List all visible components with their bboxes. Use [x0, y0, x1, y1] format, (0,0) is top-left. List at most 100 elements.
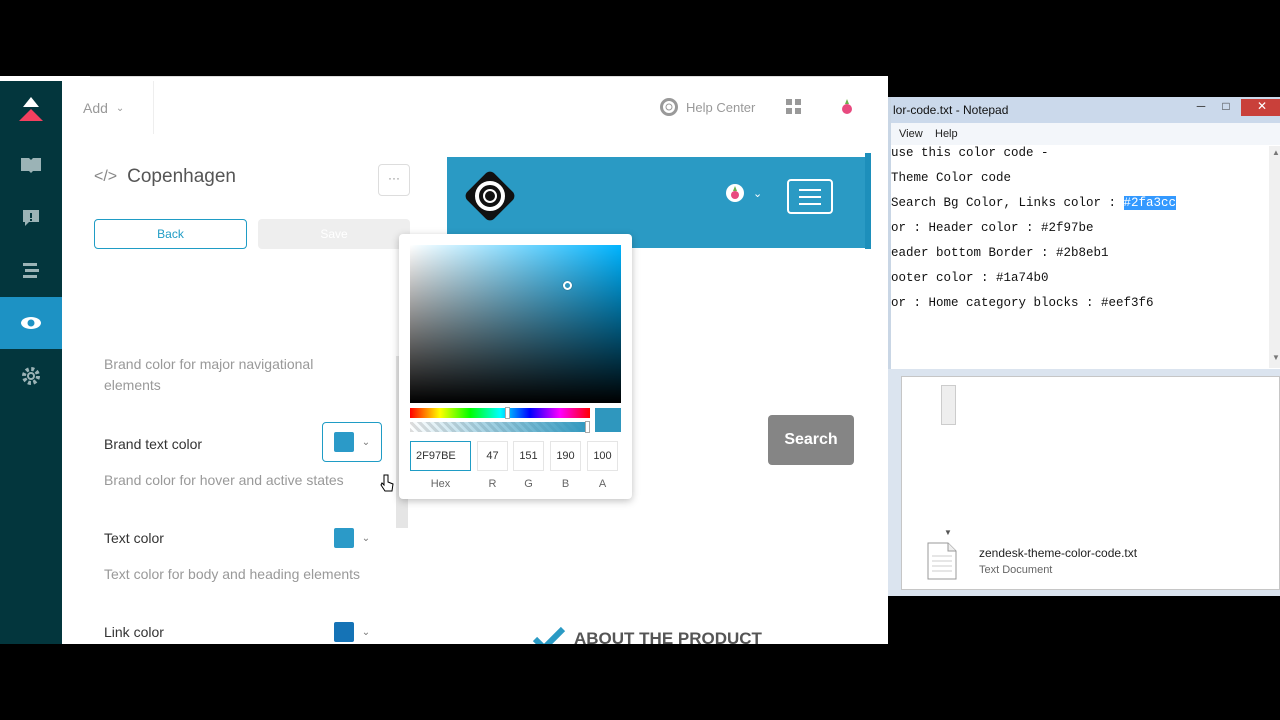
preview-logo-icon[interactable]: [463, 169, 517, 228]
nav-community-icon[interactable]: [0, 192, 62, 244]
help-center-label: Help Center: [686, 99, 756, 115]
text-color-picker[interactable]: ⌄: [322, 518, 382, 558]
red-label: R: [488, 478, 497, 490]
user-avatar-icon[interactable]: [838, 97, 856, 122]
preview-header-border: [865, 153, 871, 249]
about-label: ABOUT THE PRODUCT: [574, 629, 762, 644]
selected-text: #2fa3cc: [1123, 196, 1177, 210]
nav-knowledge-icon[interactable]: [0, 139, 62, 191]
notepad-title: lor-code.txt - Notepad: [893, 103, 1009, 117]
text-color-description: Text color for body and heading elements: [104, 566, 361, 582]
close-icon[interactable]: ✕: [1241, 99, 1280, 116]
saturation-value-area[interactable]: [410, 245, 621, 403]
nav-customize-design-icon[interactable]: [0, 297, 62, 349]
maximize-icon[interactable]: □: [1213, 99, 1239, 116]
back-button[interactable]: Back: [94, 219, 247, 249]
explorer-scrollbar-thumb[interactable]: [941, 385, 956, 425]
checkmark-icon: [532, 626, 566, 644]
alpha-label: A: [598, 478, 607, 490]
preview-search-button[interactable]: Search: [768, 415, 854, 465]
hue-slider[interactable]: [410, 408, 590, 418]
preview-about-heading: ABOUT THE PRODUCT: [532, 626, 762, 644]
alpha-slider-handle[interactable]: [585, 421, 590, 433]
hand-cursor-icon: [380, 474, 394, 499]
chevron-down-icon: ⌄: [361, 532, 371, 544]
file-item[interactable]: zendesk-theme-color-code.txt Text Docume…: [901, 539, 1266, 583]
selected-color-swatch: [595, 408, 621, 432]
scroll-up-icon[interactable]: ▲: [1269, 148, 1280, 157]
link-color-swatch: [333, 622, 354, 642]
notepad-menubar: View Help: [891, 123, 1280, 145]
file-meta: zendesk-theme-color-code.txt Text Docume…: [979, 546, 1137, 576]
alpha-slider[interactable]: [410, 422, 590, 432]
brand-text-color-label: Brand text color: [104, 436, 203, 452]
more-options-button[interactable]: ···: [378, 164, 410, 196]
theme-title: </> Copenhagen: [94, 166, 236, 188]
brand-text-color-picker[interactable]: ⌄: [322, 422, 382, 462]
notepad-scrollbar[interactable]: ▲ ▼: [1269, 146, 1280, 368]
blue-label: B: [561, 478, 570, 490]
save-button[interactable]: Save: [258, 219, 410, 249]
browser-top-divider: [90, 76, 850, 77]
add-menu-button[interactable]: Add ⌄: [83, 100, 124, 116]
menu-help[interactable]: Help: [935, 128, 958, 140]
hex-input[interactable]: 2F97BE: [410, 441, 471, 471]
notepad-titlebar[interactable]: lor-code.txt - Notepad ─ □ ✕: [891, 97, 1280, 123]
preview-avatar-icon: [726, 184, 744, 202]
chevron-down-icon: ⌄: [361, 626, 371, 638]
notepad-text-area[interactable]: use this color code - Theme Color code S…: [891, 146, 1267, 366]
brand-text-color-description: Brand color for hover and active states: [104, 472, 344, 488]
chevron-down-icon: ⌄: [753, 187, 763, 200]
nav-settings-gear-icon[interactable]: [0, 350, 62, 402]
theme-name: Copenhagen: [127, 166, 236, 187]
file-name: zendesk-theme-color-code.txt: [979, 546, 1138, 560]
zendesk-sidebar: [0, 81, 62, 644]
text-document-icon: [927, 542, 957, 580]
zendesk-guide-logo-icon[interactable]: [17, 95, 45, 123]
color-picker-popover: 2F97BE 47 151 190 100 Hex R G B A: [399, 234, 632, 499]
text-line: ooter color : #1a74b0: [891, 271, 1049, 285]
text-line: Theme Color code: [891, 171, 1012, 185]
text-line: Search Bg Color, Links color : #2fa3cc: [891, 196, 1177, 210]
help-center-link[interactable]: Help Center: [660, 98, 755, 116]
blue-input[interactable]: 190: [550, 441, 581, 471]
text-line: eader bottom Border : #2b8eb1: [891, 246, 1109, 260]
green-label: G: [524, 478, 533, 490]
theme-settings-panel: </> Copenhagen ··· Back Save Brand color…: [62, 134, 422, 644]
preview-user-menu[interactable]: ⌄: [725, 183, 762, 203]
add-label: Add: [83, 100, 108, 116]
preview-hamburger-menu-icon[interactable]: [787, 179, 833, 214]
green-input[interactable]: 151: [513, 441, 544, 471]
chevron-down-icon: ⌄: [115, 102, 125, 114]
code-icon: </>: [94, 168, 118, 185]
alpha-input[interactable]: 100: [587, 441, 618, 471]
file-type: Text Document: [979, 564, 1053, 576]
brand-text-color-swatch: [333, 432, 354, 452]
scroll-down-icon[interactable]: ▼: [944, 528, 952, 537]
scroll-down-icon[interactable]: ▼: [1269, 353, 1280, 362]
link-color-picker[interactable]: ⌄: [322, 612, 382, 644]
link-color-label: Link color: [104, 624, 164, 640]
top-bar: Add ⌄ Help Center: [62, 81, 888, 134]
text-color-swatch: [333, 528, 354, 548]
text-line: or : Home category blocks : #eef3f6: [891, 296, 1154, 310]
chevron-down-icon: ⌄: [361, 436, 371, 448]
menu-view[interactable]: View: [899, 128, 923, 140]
desktop-screen: Add ⌄ Help Center </> Copenhagen ··· Bac…: [0, 0, 1280, 720]
file-explorer-window: ▼ zendesk-theme-color-code.txt Text Docu…: [888, 369, 1280, 596]
hex-label: Hex: [430, 478, 451, 490]
red-input[interactable]: 47: [477, 441, 508, 471]
lifebuoy-icon: [660, 98, 678, 116]
text-line: use this color code -: [891, 146, 1049, 160]
saturation-handle[interactable]: [563, 281, 572, 290]
notepad-window: lor-code.txt - Notepad ─ □ ✕ View Help u…: [888, 97, 1280, 369]
nav-arrange-icon[interactable]: [0, 245, 62, 297]
text-color-label: Text color: [104, 530, 164, 546]
text-line: or : Header color : #2f97be: [891, 221, 1094, 235]
text-line-prefix: Search Bg Color, Links color :: [891, 196, 1124, 210]
apps-grid-icon[interactable]: [786, 99, 802, 120]
brand-color-description: Brand color for major navigational eleme…: [104, 356, 314, 393]
topbar-divider: [153, 81, 154, 134]
minimize-icon[interactable]: ─: [1188, 99, 1214, 116]
hue-slider-handle[interactable]: [505, 407, 510, 419]
